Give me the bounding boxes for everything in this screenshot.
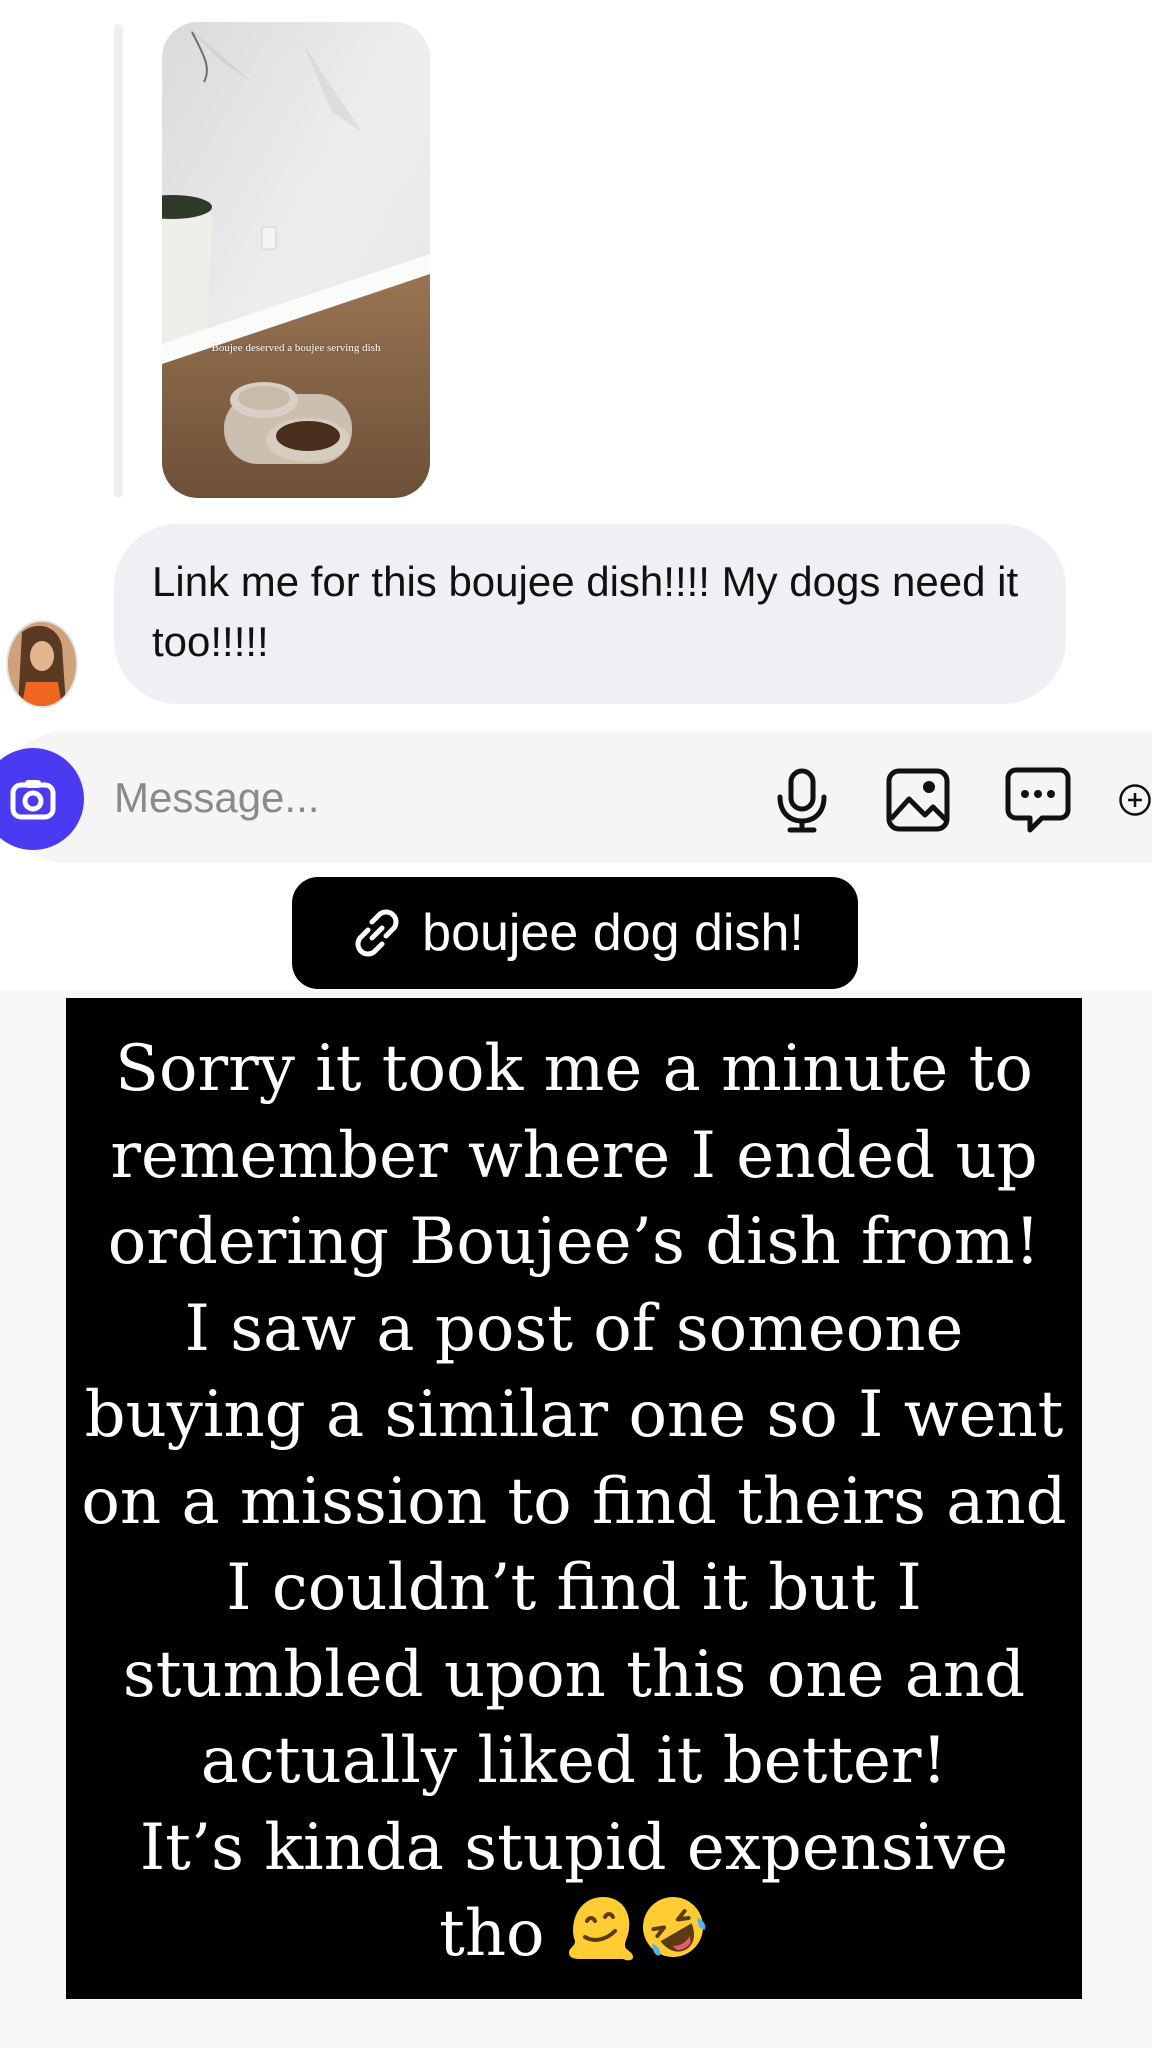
shared-story-preview[interactable]: Boujee deserved a boujee serving dish <box>162 22 430 498</box>
message-bubble[interactable]: Link me for this boujee dish!!!! My dogs… <box>114 524 1066 704</box>
avatar-image <box>8 622 76 706</box>
story-text-panel: Sorry it took me a minute to remember wh… <box>66 998 1082 1999</box>
story-caption-text: Sorry it took me a minute to remember wh… <box>81 1032 1067 1971</box>
gallery-button[interactable] <box>882 764 954 836</box>
message-text: Link me for this boujee dish!!!! My dogs… <box>152 558 1019 665</box>
melting-face-emoji <box>568 1897 633 1961</box>
microphone-button[interactable] <box>766 764 838 836</box>
add-button[interactable] <box>1118 764 1152 836</box>
rolling-on-floor-laughing-emoji <box>642 1897 706 1957</box>
story-preview-caption: Boujee deserved a boujee serving dish <box>211 342 381 354</box>
microphone-icon <box>777 768 827 833</box>
avatar[interactable] <box>6 620 78 708</box>
camera-icon <box>10 780 56 820</box>
gallery-icon <box>886 768 950 832</box>
instagram-story-screen: Boujee deserved a boujee serving dish Li… <box>0 0 1152 2048</box>
story-thumbnail-image <box>162 22 430 498</box>
reply-thread-line <box>114 24 123 498</box>
message-input[interactable] <box>114 766 634 830</box>
sticker-chat-button[interactable] <box>1002 764 1074 836</box>
link-sticker[interactable]: boujee dog dish! <box>292 877 858 989</box>
add-icon <box>1119 784 1151 816</box>
chat-bubble-icon <box>1005 767 1071 833</box>
link-sticker-label: boujee dog dish! <box>422 904 804 962</box>
link-icon <box>355 909 399 957</box>
